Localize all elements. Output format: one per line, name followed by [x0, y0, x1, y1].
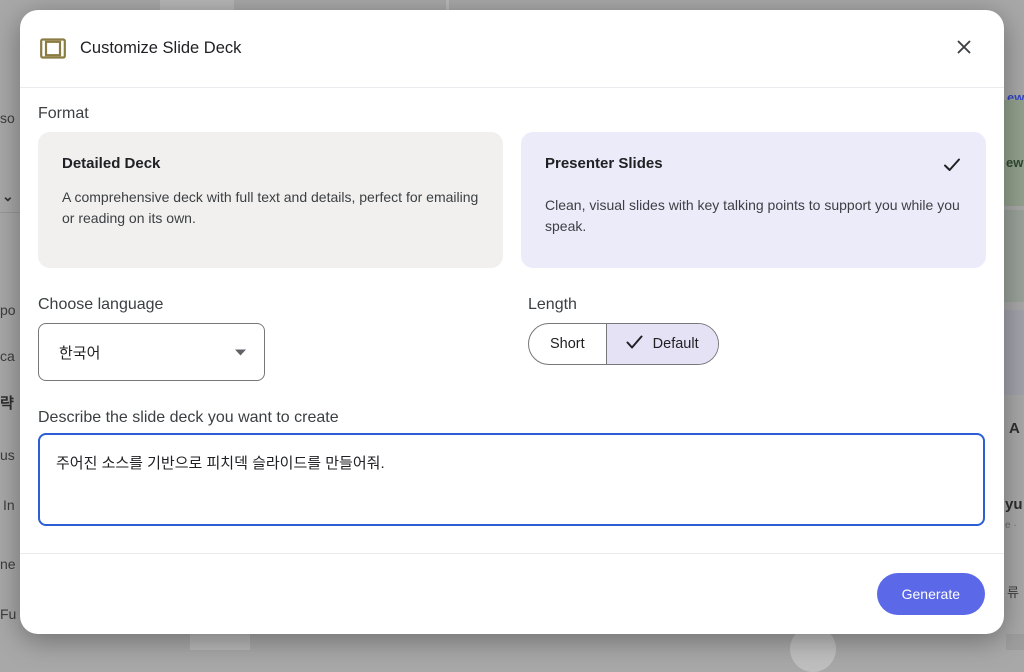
bg-left-fragment: ne — [0, 556, 16, 572]
format-option-title: Presenter Slides — [545, 155, 942, 172]
bg-left-fragment: Fu — [0, 606, 16, 622]
format-option-detailed-deck[interactable]: Detailed Deck A comprehensive deck with … — [38, 132, 503, 268]
bg-left-fragment: ca — [0, 348, 15, 364]
format-option-title: Detailed Deck — [62, 155, 479, 172]
bg-right-card-lavender — [1004, 310, 1024, 395]
bg-right-card-gray — [1004, 210, 1024, 302]
bg-left-fragment: us — [0, 447, 15, 463]
bg-left-fragment: po — [0, 302, 16, 318]
generate-button[interactable]: Generate — [877, 573, 985, 615]
length-option-default[interactable]: Default — [606, 324, 718, 364]
describe-textarea[interactable]: 주어진 소스를 기반으로 피치덱 슬라이드를 만들어줘. — [38, 433, 985, 526]
bg-top-column — [160, 0, 234, 10]
dialog-body: Format Detailed Deck A comprehensive dec… — [20, 88, 1004, 532]
format-option-description: Clean, visual slides with key talking po… — [545, 195, 962, 237]
bg-top-column — [446, 0, 449, 10]
length-option-default-label: Default — [653, 336, 699, 352]
choose-language-label: Choose language — [38, 296, 528, 314]
length-option-short[interactable]: Short — [529, 324, 606, 364]
dialog-header: Customize Slide Deck — [20, 10, 1004, 88]
language-dropdown-value: 한국어 — [59, 342, 235, 363]
language-dropdown[interactable]: 한국어 — [38, 323, 265, 381]
slide-deck-icon — [40, 38, 66, 59]
format-option-description: A comprehensive deck with full text and … — [62, 187, 479, 229]
format-label: Format — [38, 105, 986, 123]
dropdown-caret-icon — [235, 343, 246, 361]
bg-left-fragment: so — [0, 110, 15, 126]
bg-right-card-green — [1004, 100, 1024, 206]
check-icon — [626, 335, 643, 354]
format-option-presenter-slides[interactable]: Presenter Slides Clean, visual slides wi… — [521, 132, 986, 268]
describe-label: Describe the slide deck you want to crea… — [38, 409, 986, 427]
bg-bottom-column — [190, 634, 250, 650]
bg-right-fragment: 류 — [1007, 582, 1019, 601]
customize-slide-deck-dialog: Customize Slide Deck Format Detailed Dec… — [20, 10, 1004, 634]
bg-right-fragment: A — [1009, 420, 1020, 437]
bg-right-fragment: ew — [1006, 155, 1023, 170]
chevron-down-icon: ⌄ — [2, 188, 14, 205]
dialog-title: Customize Slide Deck — [80, 39, 948, 58]
bg-right-fragment: e · — [1005, 520, 1017, 531]
bg-left-divider — [0, 212, 20, 213]
bg-bottom-column — [1006, 634, 1024, 650]
close-icon — [953, 36, 975, 61]
close-button[interactable] — [948, 33, 980, 65]
length-segmented-control: Short Default — [528, 323, 719, 365]
bg-left-fragment: In — [3, 497, 15, 513]
bg-right-fragment: yu — [1005, 496, 1023, 513]
length-label: Length — [528, 296, 986, 314]
bg-left-fragment: 략 — [0, 392, 14, 413]
dialog-footer: Generate — [20, 553, 1004, 634]
check-icon — [942, 155, 962, 180]
format-options: Detailed Deck A comprehensive deck with … — [38, 132, 986, 268]
